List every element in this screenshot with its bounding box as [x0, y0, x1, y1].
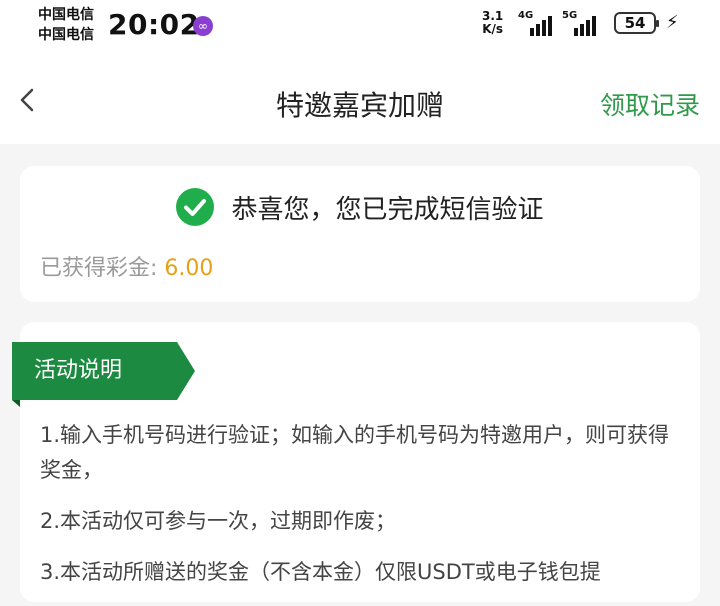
- activity-card: 活动说明 1.输入手机号码进行验证；如输入的手机号码为特邀用户，则可获得奖金， …: [12, 322, 700, 602]
- rule-item: 2.本活动仅可参与一次，过期即作废；: [40, 509, 397, 533]
- battery-icon: 54: [614, 12, 659, 34]
- nav-bar: 特邀嘉宾加赠 领取记录: [0, 52, 720, 144]
- network-speed-unit: K/s: [482, 22, 504, 36]
- carrier-label-2: 中国电信: [38, 27, 94, 43]
- reward-value: 6.00: [164, 256, 214, 281]
- rule-item: 3.本活动所赠送的奖金（不含本金）仅限USDT或电子钱包提: [40, 560, 601, 584]
- status-time: 20:02: [108, 8, 200, 41]
- activity-tag: 活动说明: [12, 342, 195, 407]
- infinity-icon: ∞: [193, 16, 213, 36]
- reward-row: 已获得彩金: 6.00: [40, 250, 213, 282]
- status-bar: 中国电信 中国电信 20:02 ∞ 3.1 K/s 4G 5G 54 ⚡: [0, 0, 720, 52]
- charging-icon: ⚡: [666, 12, 679, 33]
- network-speed: 3.1 K/s: [482, 10, 503, 36]
- records-link[interactable]: 领取记录: [600, 86, 700, 122]
- rule-item: 1.输入手机号码进行验证；如输入的手机号码为特邀用户，则可获得奖金，: [40, 423, 670, 482]
- rules-list: 1.输入手机号码进行验证；如输入的手机号码为特邀用户，则可获得奖金， 2.本活动…: [40, 418, 680, 606]
- carrier-label-1: 中国电信: [38, 7, 94, 23]
- success-message: 恭喜您，您已完成短信验证: [231, 194, 544, 225]
- verification-card: 恭喜您，您已完成短信验证 已获得彩金: 6.00: [20, 166, 700, 302]
- reward-label: 已获得彩金:: [40, 256, 158, 281]
- check-circle-icon: [176, 188, 215, 226]
- success-message-row: 恭喜您，您已完成短信验证: [20, 188, 700, 226]
